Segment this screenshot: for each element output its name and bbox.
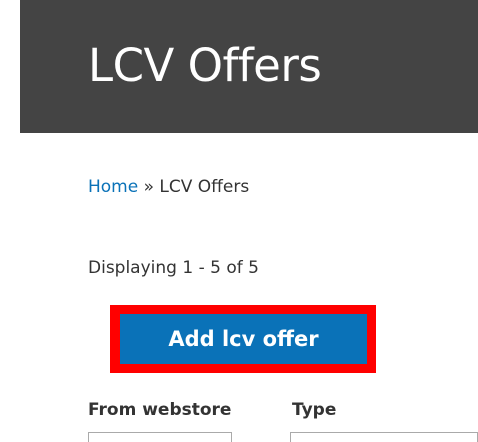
breadcrumb-current: LCV Offers (159, 177, 250, 197)
breadcrumb-separator: » (138, 177, 160, 197)
page-header: LCV Offers (20, 0, 478, 133)
filter-label-type: Type (292, 400, 337, 420)
page: LCV Offers Home » LCV Offers Displaying … (0, 0, 478, 442)
breadcrumb-home-link[interactable]: Home (88, 177, 138, 197)
add-lcv-offer-button[interactable]: Add lcv offer (120, 314, 367, 364)
page-title: LCV Offers (88, 39, 322, 92)
results-summary: Displaying 1 - 5 of 5 (88, 258, 259, 278)
breadcrumb: Home » LCV Offers (88, 175, 249, 199)
type-filter-input[interactable] (290, 432, 478, 442)
webstore-filter-input[interactable] (88, 432, 232, 442)
filter-label-webstore: From webstore (88, 400, 232, 420)
